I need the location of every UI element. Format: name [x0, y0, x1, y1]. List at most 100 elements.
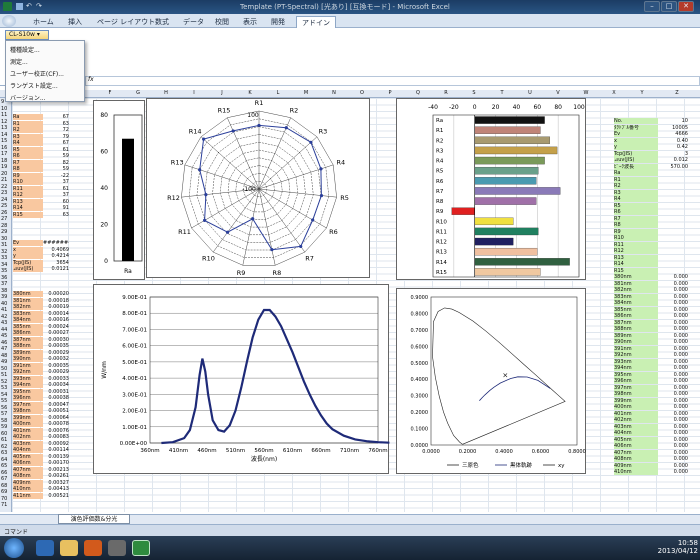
row-number[interactable]: 30 — [1, 236, 11, 242]
row-number[interactable]: 39 — [1, 294, 11, 300]
right-value-cell[interactable] — [658, 209, 688, 215]
right-label-cell[interactable]: R8 — [614, 222, 658, 228]
right-value-cell[interactable]: 0.000 — [658, 404, 688, 410]
quality-label-cell[interactable]: R9 — [13, 172, 43, 179]
right-value-cell[interactable]: 0.000 — [658, 346, 688, 352]
spectral-value-cell[interactable]: 0.00027 — [43, 330, 69, 336]
spectrum-chart-panel[interactable]: 0.00E+00 1.00E-01 2.00E-01 3.00E-01 4.00E-01… — [93, 284, 390, 474]
right-value-cell[interactable]: 0.000 — [658, 417, 688, 423]
column-header[interactable]: L — [273, 90, 283, 96]
wavelength-label-cell[interactable]: 408nm — [13, 473, 43, 479]
right-label-cell[interactable]: R6 — [614, 209, 658, 215]
colorimetric-label-cell[interactable]: Tcp(JIS) — [13, 259, 43, 266]
right-label-cell[interactable]: 382nm — [614, 287, 658, 293]
wavelength-label-cell[interactable]: 384nm — [13, 317, 43, 323]
spectral-value-cell[interactable]: 0.00170 — [43, 460, 69, 466]
row-number[interactable]: 35 — [1, 268, 11, 274]
wavelength-label-cell[interactable]: 380nm — [13, 291, 43, 297]
start-button-icon[interactable] — [4, 538, 24, 558]
minimize-button[interactable]: – — [644, 1, 660, 12]
right-value-cell[interactable] — [658, 203, 688, 209]
column-header[interactable]: R — [441, 90, 451, 96]
quality-label-cell[interactable]: R2 — [13, 127, 43, 133]
column-header[interactable]: T — [497, 90, 507, 96]
right-label-cell[interactable]: R14 — [614, 261, 658, 267]
row-number[interactable]: 33 — [1, 255, 11, 261]
right-label-cell[interactable]: R7 — [614, 215, 658, 222]
spectral-value-cell[interactable]: 0.00064 — [43, 415, 69, 421]
wavelength-label-cell[interactable]: 401nm — [13, 427, 43, 434]
right-label-cell[interactable]: ﾀｸﾄﾌﾞﾙ番号 — [614, 124, 658, 131]
quality-value-cell[interactable]: 79 — [43, 134, 69, 140]
right-label-cell[interactable]: 383nm — [614, 293, 658, 300]
wavelength-label-cell[interactable]: 402nm — [13, 434, 43, 440]
column-header[interactable]: F — [105, 90, 115, 96]
right-label-cell[interactable]: 404nm — [614, 430, 658, 436]
row-number[interactable]: 42 — [1, 314, 11, 320]
ra-chart-panel[interactable]: 0 20 40 60 80 Ra — [93, 100, 145, 280]
row-number[interactable]: 15 — [1, 138, 11, 144]
row-number[interactable]: 52 — [1, 379, 11, 385]
wavelength-label-cell[interactable]: 391nm — [13, 362, 43, 369]
menu-item-user-calibration[interactable]: ユーザー校正(CF)... — [10, 69, 64, 78]
right-label-cell[interactable]: R13 — [614, 254, 658, 261]
spectral-value-cell[interactable]: 0.00034 — [43, 382, 69, 388]
spectral-value-cell[interactable]: 0.00078 — [43, 421, 69, 427]
right-value-cell[interactable]: 0.000 — [658, 326, 688, 332]
wavelength-label-cell[interactable]: 392nm — [13, 369, 43, 375]
row-number[interactable]: 23 — [1, 190, 11, 196]
row-number[interactable]: 48 — [1, 353, 11, 359]
tab-home[interactable]: ホーム — [28, 16, 59, 28]
right-label-cell[interactable]: y — [614, 144, 658, 150]
right-label-cell[interactable]: 388nm — [614, 326, 658, 332]
excel-logo-icon[interactable] — [3, 2, 12, 11]
wavelength-label-cell[interactable]: 405nm — [13, 453, 43, 460]
right-value-cell[interactable]: 0.000 — [658, 372, 688, 378]
right-value-cell[interactable] — [658, 248, 688, 254]
chromaticity-chart-panel[interactable]: 0.0000 0.1000 0.2000 0.3000 0.4000 0.5000 0.60… — [396, 288, 586, 474]
row-number[interactable]: 14 — [1, 132, 11, 138]
right-value-cell[interactable]: 0.000 — [658, 352, 688, 358]
right-value-cell[interactable] — [658, 261, 688, 267]
row-number[interactable]: 28 — [1, 223, 11, 229]
column-header[interactable]: J — [217, 90, 227, 96]
row-number[interactable]: 45 — [1, 333, 11, 339]
colorimetric-value-cell[interactable]: 0.0121 — [43, 266, 70, 272]
row-number[interactable]: 47 — [1, 346, 11, 352]
quality-label-cell[interactable]: R7 — [13, 159, 43, 166]
right-value-cell[interactable]: 0.000 — [658, 300, 688, 306]
quality-value-cell[interactable]: 63 — [43, 212, 69, 218]
right-label-cell[interactable]: 398nm — [614, 391, 658, 397]
wavelength-label-cell[interactable]: 399nm — [13, 414, 43, 421]
right-label-cell[interactable]: R1 — [614, 176, 658, 183]
right-label-cell[interactable]: R4 — [614, 196, 658, 202]
right-value-cell[interactable]: 0.000 — [658, 385, 688, 391]
right-label-cell[interactable]: R12 — [614, 248, 658, 254]
wavelength-label-cell[interactable]: 385nm — [13, 323, 43, 330]
row-number[interactable]: 50 — [1, 366, 11, 372]
quality-label-cell[interactable]: R1 — [13, 120, 43, 127]
right-value-cell[interactable]: 10 — [658, 118, 688, 124]
right-label-cell[interactable]: Ev — [614, 131, 658, 137]
wavelength-label-cell[interactable]: 388nm — [13, 343, 43, 349]
radar-chart-panel[interactable]: R1 R2 R3 R4 R5 R6 R7 R8 R9 R10 R11 R12 R13 R14 R15 100 -… — [146, 98, 370, 278]
row-number[interactable]: 24 — [1, 197, 11, 203]
right-value-cell[interactable]: 0.012 — [658, 157, 688, 163]
quality-value-cell[interactable]: 37 — [43, 192, 69, 198]
right-label-cell[interactable]: 410nm — [614, 469, 658, 475]
colorimetric-label-cell[interactable]: y — [13, 253, 43, 259]
save-icon[interactable] — [16, 3, 23, 10]
right-label-cell[interactable]: Ra — [614, 170, 658, 176]
right-value-cell[interactable] — [658, 170, 688, 176]
row-number[interactable]: 61 — [1, 437, 11, 443]
office-button-icon[interactable] — [2, 15, 16, 27]
spectral-value-cell[interactable]: 0.00031 — [43, 389, 69, 395]
right-label-cell[interactable]: ⊿uv(JIS) — [614, 157, 658, 163]
right-value-cell[interactable]: 0.000 — [658, 274, 688, 280]
column-header[interactable]: I — [189, 90, 199, 96]
quality-label-cell[interactable]: R4 — [13, 140, 43, 146]
right-label-cell[interactable]: 381nm — [614, 280, 658, 287]
row-number[interactable]: 59 — [1, 424, 11, 430]
row-number[interactable]: 18 — [1, 158, 11, 164]
colorimetric-label-cell[interactable]: x — [13, 246, 43, 253]
